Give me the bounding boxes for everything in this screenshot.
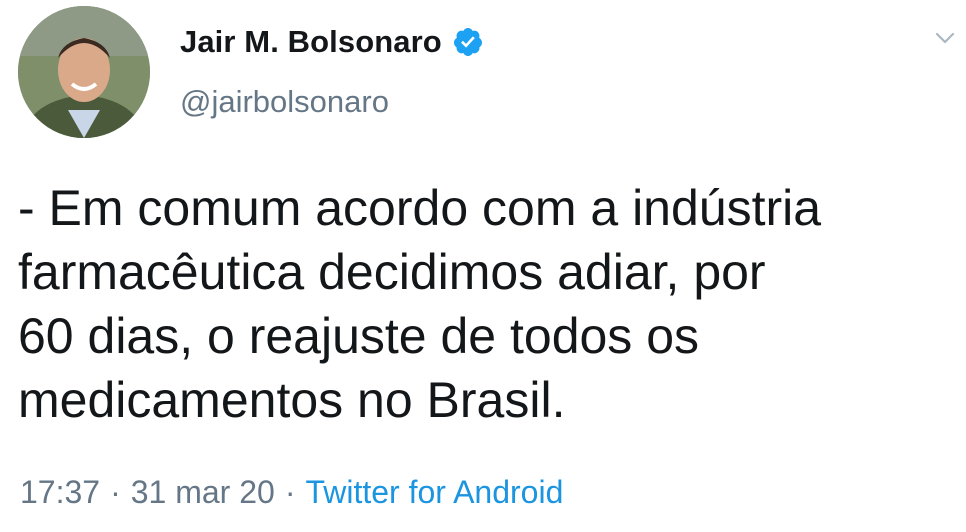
tweet-source-link[interactable]: Twitter for Android	[305, 474, 563, 511]
tweet-text: - Em comum acordo com a indústria farmac…	[18, 180, 822, 428]
tweet-time[interactable]: 17:37	[20, 474, 100, 511]
tweet-meta: 17:37 · 31 mar 20 · Twitter for Android	[20, 474, 563, 511]
author-name-row[interactable]: Jair M. Bolsonaro	[180, 22, 484, 62]
meta-separator: ·	[284, 474, 296, 510]
author-handle[interactable]: @jairbolsonaro	[180, 84, 389, 120]
verified-badge-icon	[452, 26, 484, 58]
avatar-image	[18, 6, 150, 138]
chevron-down-icon[interactable]	[934, 30, 956, 46]
avatar[interactable]	[18, 6, 150, 138]
display-name[interactable]: Jair M. Bolsonaro	[180, 24, 442, 60]
meta-separator: ·	[110, 474, 121, 510]
tweet-card: Jair M. Bolsonaro @jairbolsonaro - Em co…	[0, 0, 966, 532]
tweet-date[interactable]: 31 mar 20	[131, 474, 275, 511]
